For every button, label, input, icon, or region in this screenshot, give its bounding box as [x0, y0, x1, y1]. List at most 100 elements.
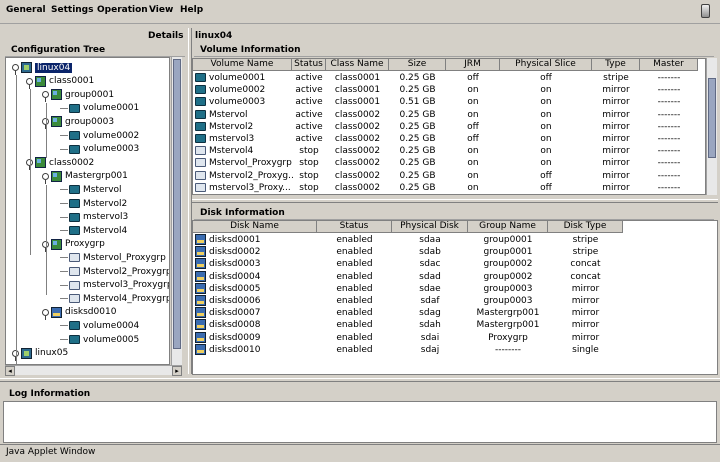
table-row[interactable]: Mstervol4 stop class0002 0.25 GB on on mirror -…	[193, 145, 705, 157]
tree-node[interactable]: mstervol3_Proxygrp	[60, 279, 169, 292]
details-label[interactable]: Details	[148, 31, 183, 41]
table-cell: mstervol3_Proxy...	[195, 182, 294, 194]
tree-node[interactable]: group0003	[42, 115, 114, 130]
menu-view[interactable]: View	[149, 5, 173, 15]
table-row[interactable]: disksd0006 enabled sdaf group0003 mirror	[193, 295, 717, 307]
disk-icon	[195, 331, 206, 343]
column-header[interactable]: Status	[292, 59, 326, 71]
column-header[interactable]: Physical Disk	[392, 221, 468, 233]
tree-expander-icon[interactable]	[42, 308, 49, 320]
cell-text: concat	[570, 271, 601, 282]
tree-expander-icon[interactable]	[42, 91, 49, 103]
tree-node[interactable]: class0001	[26, 75, 94, 89]
table-row[interactable]: mstervol3_Proxy... stop class0002 0.25 GB on…	[193, 182, 705, 194]
table-row[interactable]: volume0002 active class0001 0.25 GB on on mirr…	[193, 84, 705, 96]
table-cell: 0.25 GB	[389, 145, 446, 157]
log-splitter[interactable]	[0, 378, 720, 382]
table-cell: active	[292, 72, 326, 84]
tree-node[interactable]: Mstervol	[60, 183, 122, 196]
column-header[interactable]: Physical Slice	[500, 59, 592, 71]
cell-text: on	[467, 146, 479, 157]
tree-node[interactable]: Mstervol2	[60, 197, 127, 210]
tree-node[interactable]: Mstervol4_Proxygrp	[60, 292, 169, 305]
table-row[interactable]: disksd0010 enabled sdaj -------- single	[193, 343, 717, 356]
table-cell: -------	[640, 182, 698, 194]
tree-node[interactable]: class0002	[26, 156, 94, 171]
menu-settings[interactable]: Settings	[51, 5, 93, 15]
disk-table[interactable]: Disk Name Status Physical Disk Group Name Di…	[192, 220, 718, 375]
cell-text: enabled	[336, 271, 373, 282]
column-header[interactable]: Master	[640, 59, 698, 71]
tree-node[interactable]: mstervol3	[60, 211, 128, 224]
volume-scroll-thumb[interactable]	[708, 78, 716, 158]
tree-scroll-thumb[interactable]	[173, 59, 181, 349]
table-row[interactable]: disksd0005 enabled sdae group0003 mirror	[193, 282, 717, 295]
column-header[interactable]: Status	[317, 221, 392, 233]
table-row[interactable]: disksd0008 enabled sdah Mastergrp001 mirror	[193, 319, 717, 331]
table-row[interactable]: volume0001 active class0001 0.25 GB off off st…	[193, 72, 705, 84]
tree-node[interactable]: Mstervol2_Proxygrp	[60, 265, 169, 278]
tree-node[interactable]: volume0003	[60, 143, 139, 156]
horizontal-splitter[interactable]	[192, 199, 718, 203]
table-row[interactable]: Mstervol_Proxygrp stop class0002 0.25 GB on o…	[193, 157, 705, 169]
column-header[interactable]: Disk Type	[548, 221, 623, 233]
tree-expander-icon[interactable]	[26, 77, 33, 89]
cell-text: on	[540, 121, 552, 132]
trash-icon[interactable]	[701, 4, 710, 18]
tree-node[interactable]: volume0004	[60, 319, 139, 332]
tree-node[interactable]: Mastergrp001	[42, 170, 128, 184]
tree-node[interactable]: linux05	[12, 347, 68, 361]
tree-node[interactable]: disksd0010	[42, 306, 116, 320]
tree-node[interactable]: linux04	[12, 61, 73, 75]
tree-vertical-scrollbar[interactable]	[171, 57, 182, 365]
table-row[interactable]: disksd0009 enabled sdai Proxygrp mirror	[193, 331, 717, 344]
table-row[interactable]: Mstervol active class0002 0.25 GB on on mirror…	[193, 109, 705, 121]
column-header[interactable]: Disk Name	[193, 221, 317, 233]
table-row[interactable]: disksd0003 enabled sdac group0002 concat	[193, 258, 717, 270]
status-bar: Java Applet Window	[0, 444, 720, 462]
table-cell: sdaj	[392, 344, 468, 356]
volume-table[interactable]: Volume Name Status Class Name Size JRM Physic…	[192, 58, 706, 195]
column-header[interactable]: Group Name	[468, 221, 548, 233]
column-header[interactable]: Type	[592, 59, 640, 71]
scroll-left-arrow-icon[interactable]: ◂	[5, 366, 15, 376]
table-row[interactable]: disksd0002 enabled sdab group0001 stripe	[193, 246, 717, 258]
volume-icon	[69, 226, 80, 236]
cell-text: class0002	[334, 121, 381, 132]
tree-expander-icon[interactable]	[42, 172, 49, 184]
table-row[interactable]: disksd0007 enabled sdag Mastergrp001 mirror	[193, 307, 717, 319]
tree-node[interactable]: volume0005	[60, 333, 139, 346]
menu-general[interactable]: General	[6, 5, 46, 15]
menu-operation[interactable]: Operation	[97, 5, 148, 15]
table-cell: enabled	[317, 283, 392, 295]
log-area[interactable]	[3, 401, 717, 443]
column-header[interactable]: Volume Name	[193, 59, 292, 71]
menu-help[interactable]: Help	[180, 5, 203, 15]
tree-horizontal-scrollbar[interactable]: ◂ ▸	[5, 365, 182, 376]
disk-information-title: Disk Information	[194, 206, 714, 220]
table-row[interactable]: disksd0004 enabled sdad group0002 concat	[193, 270, 717, 283]
column-header[interactable]: Size	[389, 59, 446, 71]
table-cell: 0.25 GB	[389, 109, 446, 121]
tree-node[interactable]: Mstervol4	[60, 224, 127, 237]
table-row[interactable]: volume0003 active class0001 0.51 GB on on mirr…	[193, 96, 705, 108]
table-row[interactable]: Mstervol2 active class0002 0.25 GB off on mirr…	[193, 121, 705, 133]
table-row[interactable]: Mstervol2_Proxyg... stop class0002 0.25 GB o…	[193, 170, 705, 182]
column-header[interactable]: JRM	[446, 59, 500, 71]
tree-node[interactable]: Proxygrp	[42, 238, 105, 252]
column-header[interactable]: Class Name	[326, 59, 389, 71]
configuration-tree[interactable]: linux04 class0001 group0001 volume0001 group…	[5, 57, 170, 365]
table-cell: 0.25 GB	[389, 84, 446, 96]
table-row[interactable]: mstervol3 active class0002 0.25 GB off on mirr…	[193, 133, 705, 145]
tree-node[interactable]: volume0001	[60, 102, 139, 115]
tree-node[interactable]: volume0002	[60, 129, 139, 142]
cell-text: Mstervol2_Proxyg...	[209, 170, 294, 181]
table-cell: disksd0004	[195, 270, 319, 283]
volume-table-scrollbar[interactable]	[706, 58, 717, 195]
tree-expander-icon[interactable]	[12, 64, 19, 75]
table-row[interactable]: disksd0001 enabled sdaa group0001 stripe	[193, 234, 717, 246]
cell-text: enabled	[336, 332, 373, 343]
tree-node[interactable]: Mstervol_Proxygrp	[60, 251, 166, 264]
tree-node[interactable]: group0001	[42, 88, 114, 103]
scroll-right-arrow-icon[interactable]: ▸	[172, 366, 182, 376]
